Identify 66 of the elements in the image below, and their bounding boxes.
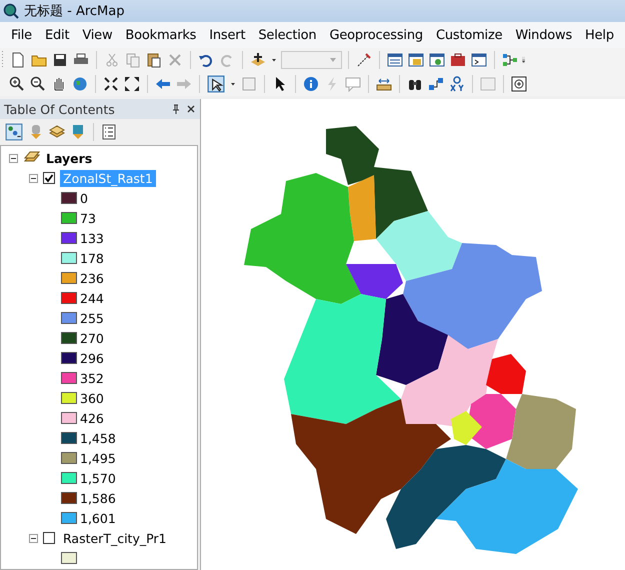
zoom-in-icon[interactable] [9, 76, 25, 92]
toolbox-icon[interactable] [450, 52, 466, 68]
legend-label: 1,601 [80, 510, 116, 526]
checkbox[interactable] [43, 172, 55, 184]
editor-icon[interactable] [356, 52, 372, 68]
menu-item[interactable]: View [75, 28, 118, 42]
select-features-icon[interactable] [207, 75, 225, 93]
close-icon[interactable] [186, 104, 196, 114]
info-icon[interactable] [303, 76, 319, 92]
collapse-toggle-icon[interactable] [29, 534, 38, 542]
legend-label: 73 [80, 210, 96, 226]
catalog-window-icon[interactable] [408, 52, 424, 68]
globe-magnifier-icon [3, 3, 19, 19]
legend-label: 1,586 [80, 490, 116, 506]
legend-label: 1,495 [80, 450, 116, 466]
legend-label: 0 [80, 190, 88, 206]
route-icon[interactable] [428, 76, 444, 92]
menu-item[interactable]: Geoprocessing [322, 28, 429, 42]
ruler-icon[interactable] [376, 76, 392, 92]
menu-item[interactable]: File [4, 28, 38, 42]
legend-label: 255 [80, 310, 104, 326]
window-title: 无标题 - ArcMap [24, 3, 124, 20]
table-window-icon[interactable] [386, 52, 403, 68]
legend-label: 270 [80, 330, 104, 346]
zoom-out-icon[interactable] [30, 76, 46, 92]
shrink-arrows-icon[interactable] [103, 76, 119, 92]
legend-label: 1,570 [80, 470, 116, 486]
expand-arrows-icon[interactable] [124, 76, 140, 92]
model-icon[interactable] [502, 52, 518, 68]
go-to-xy-icon[interactable] [449, 76, 465, 92]
command-window-icon[interactable] [470, 52, 487, 68]
menu-item[interactable]: Help [578, 28, 620, 42]
map-canvas[interactable] [201, 99, 625, 570]
options-icon[interactable] [101, 124, 117, 140]
add-data-icon[interactable] [250, 52, 266, 68]
menu-item[interactable]: Bookmarks [118, 28, 202, 42]
paste-icon[interactable] [146, 52, 162, 68]
menu-item[interactable]: Selection [251, 28, 322, 42]
legend-label: 426 [80, 410, 104, 426]
legend-label: 296 [80, 350, 104, 366]
undo-icon[interactable] [198, 52, 214, 68]
search-window-icon[interactable] [428, 52, 445, 68]
globe-icon[interactable] [72, 76, 88, 92]
data-frame-label[interactable]: Layers [46, 150, 92, 166]
legend-label: 1,458 [80, 430, 116, 446]
checkbox[interactable] [43, 532, 55, 544]
menu-item[interactable]: Windows [508, 28, 578, 42]
magnifier-window-icon[interactable] [511, 76, 527, 92]
menu-item[interactable]: Edit [38, 28, 76, 42]
legend-label: 178 [80, 250, 104, 266]
collapse-toggle-icon[interactable] [9, 154, 18, 162]
legend-label: 236 [80, 270, 104, 286]
legend-label: 360 [80, 390, 104, 406]
layer-name[interactable]: RasterT_city_Pr1 [60, 530, 170, 546]
back-arrow-icon[interactable] [155, 76, 171, 92]
legend-label: 352 [80, 370, 104, 386]
layers-icon[interactable] [49, 124, 65, 140]
new-file-icon[interactable] [10, 52, 26, 68]
panel-title: Table Of Contents [4, 102, 116, 116]
collapse-toggle-icon[interactable] [29, 174, 38, 182]
menu-item[interactable]: Insert [202, 28, 252, 42]
pin-icon[interactable] [171, 104, 181, 114]
save-icon[interactable] [52, 52, 68, 68]
legend-label: 133 [80, 230, 104, 246]
menu-item[interactable]: Customize [428, 28, 508, 42]
legend-label: 244 [80, 290, 104, 306]
